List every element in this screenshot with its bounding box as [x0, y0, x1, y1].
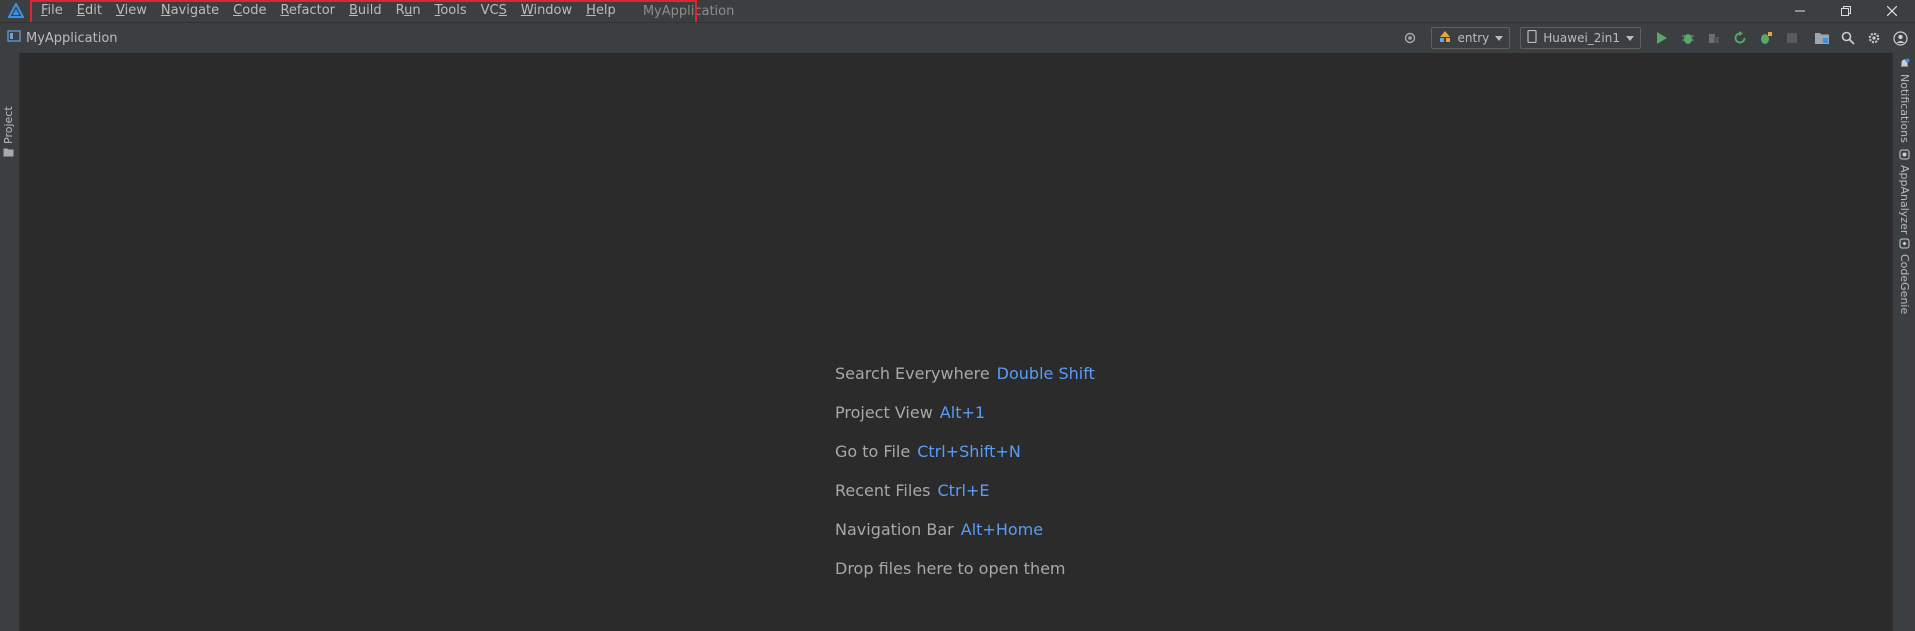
window-title: MyApplication	[642, 3, 735, 19]
close-icon[interactable]	[1869, 0, 1915, 22]
menu-refactor[interactable]: Refactor	[273, 0, 342, 22]
menu-bar: File Edit View Navigate Code Refactor Build Run…	[34, 0, 623, 22]
breadcrumb[interactable]: MyApplication	[7, 29, 118, 47]
hint-label: Recent Files	[835, 481, 931, 500]
project-module-icon	[7, 29, 21, 47]
menu-build[interactable]: Build	[342, 0, 389, 22]
tool-window-notifications[interactable]: Notifications	[1898, 58, 1911, 143]
title-bar: File Edit View Navigate Code Refactor Build Run…	[0, 0, 1915, 27]
device-icon	[1527, 29, 1537, 46]
navigation-bar: MyApplication entry Huawei_2in1	[0, 22, 1915, 54]
hint-label: Drop files here to open them	[835, 559, 1066, 578]
attach-debugger-icon[interactable]	[1703, 27, 1725, 49]
stop-icon[interactable]	[1781, 27, 1803, 49]
project-structure-icon[interactable]	[1811, 27, 1833, 49]
tool-window-project[interactable]: Project	[2, 106, 15, 158]
hint-label: Go to File	[835, 442, 911, 461]
hint-label: Navigation Bar	[835, 520, 954, 539]
hint-project-view: Project View Alt+1	[835, 402, 1095, 441]
menu-file[interactable]: File	[34, 0, 70, 22]
analyzer-icon	[1899, 149, 1910, 163]
folder-icon	[3, 147, 14, 160]
menu-vcs[interactable]: VCS	[474, 0, 514, 22]
run-icon[interactable]	[1651, 27, 1673, 49]
menu-window[interactable]: Window	[514, 0, 579, 22]
tool-window-label: Notifications	[1898, 74, 1911, 143]
device-selector[interactable]: Huawei_2in1	[1520, 27, 1641, 49]
window-controls	[1777, 0, 1915, 22]
main-toolbar: entry Huawei_2in1	[1399, 23, 1915, 53]
hint-shortcut: Alt+Home	[960, 520, 1044, 539]
debug-icon[interactable]	[1677, 27, 1699, 49]
settings-gear-icon[interactable]	[1863, 27, 1885, 49]
tool-window-label: AppAnalyzer	[1898, 165, 1911, 235]
app-logo-icon	[8, 3, 24, 19]
right-tool-window-strip: Notifications AppAnalyzer CodeGenie	[1892, 53, 1915, 631]
hint-shortcut: Ctrl+E	[937, 481, 990, 500]
module-icon	[1438, 30, 1452, 46]
menu-edit[interactable]: Edit	[70, 0, 109, 22]
tool-window-label: Project	[2, 106, 15, 144]
module-selector[interactable]: entry	[1430, 27, 1511, 49]
restore-icon[interactable]	[1823, 0, 1869, 22]
menu-navigate[interactable]: Navigate	[154, 0, 226, 22]
hint-recent-files: Recent Files Ctrl+E	[835, 480, 1095, 519]
chevron-down-icon	[1495, 35, 1504, 41]
hint-shortcut: Alt+1	[939, 403, 986, 422]
codegenie-icon	[1899, 238, 1910, 252]
hint-shortcut: Double Shift	[996, 364, 1095, 383]
device-selector-label: Huawei_2in1	[1543, 31, 1620, 45]
hint-go-to-file: Go to File Ctrl+Shift+N	[835, 441, 1095, 480]
account-avatar-icon[interactable]	[1889, 27, 1911, 49]
menu-tools[interactable]: Tools	[428, 0, 474, 22]
hint-shortcut: Ctrl+Shift+N	[917, 442, 1021, 461]
hint-search-everywhere: Search Everywhere Double Shift	[835, 363, 1095, 402]
bell-icon	[1900, 58, 1910, 72]
menu-view[interactable]: View	[109, 0, 154, 22]
left-tool-window-strip: Project	[0, 53, 20, 631]
tool-window-appanalyzer[interactable]: AppAnalyzer	[1898, 149, 1911, 235]
tool-window-codegenie[interactable]: CodeGenie	[1898, 238, 1911, 315]
profiler-icon[interactable]	[1755, 27, 1777, 49]
menu-help[interactable]: Help	[579, 0, 623, 22]
menu-code[interactable]: Code	[226, 0, 273, 22]
tool-window-label: CodeGenie	[1898, 254, 1911, 315]
editor-hints: Search Everywhere Double Shift Project Vi…	[835, 363, 1095, 597]
hint-navigation-bar: Navigation Bar Alt+Home	[835, 519, 1095, 558]
module-selector-label: entry	[1457, 31, 1490, 45]
target-icon[interactable]	[1399, 27, 1421, 49]
apply-changes-icon[interactable]	[1729, 27, 1751, 49]
chevron-down-icon	[1626, 35, 1634, 41]
minimize-icon[interactable]	[1777, 0, 1823, 22]
hint-label: Project View	[835, 403, 933, 422]
hint-drop-files: Drop files here to open them	[835, 558, 1095, 597]
hint-label: Search Everywhere	[835, 364, 990, 383]
menu-run[interactable]: Run	[389, 0, 428, 22]
editor-empty-area[interactable]: Search Everywhere Double Shift Project Vi…	[20, 53, 1892, 631]
breadcrumb-project[interactable]: MyApplication	[26, 31, 118, 46]
search-icon[interactable]	[1837, 27, 1859, 49]
